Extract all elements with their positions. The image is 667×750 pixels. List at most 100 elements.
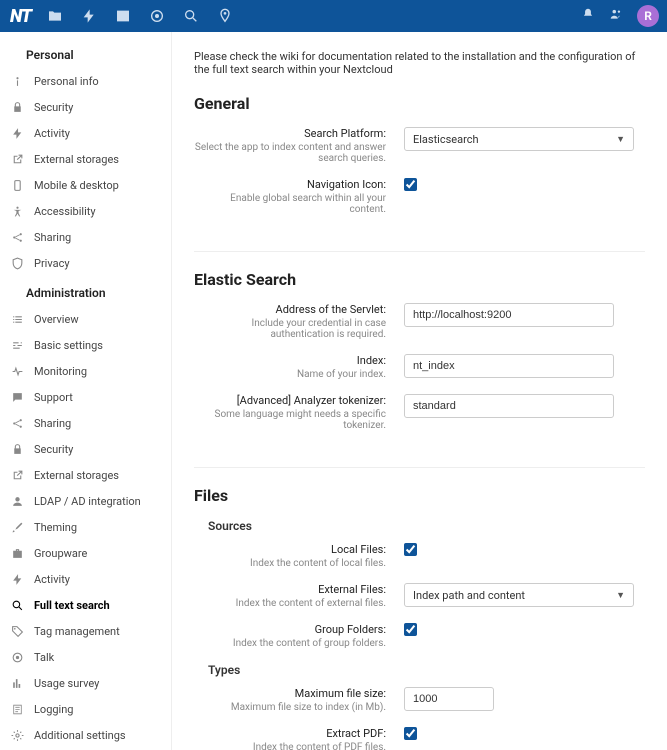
briefcase-icon	[10, 546, 24, 560]
chat-icon	[10, 390, 24, 404]
gallery-icon[interactable]	[115, 8, 131, 24]
label-max-size: Maximum file size:	[194, 687, 386, 700]
files-icon[interactable]	[47, 8, 63, 24]
sidebar-item-label: Security	[34, 443, 73, 456]
sidebar-item-label: Security	[34, 101, 73, 114]
list-icon	[10, 312, 24, 326]
sidebar-item-tag-management[interactable]: Tag management	[0, 618, 171, 644]
notifications-icon[interactable]	[581, 7, 595, 25]
hint-max-size: Maximum file size to index (in Mb).	[194, 702, 386, 713]
sidebar: Personal Personal info Security Activity…	[0, 32, 172, 750]
external-icon	[10, 468, 24, 482]
section-elastic: Elastic Search Address of the Servlet: In…	[194, 270, 645, 468]
select-search-platform[interactable]: Elasticsearch▼	[404, 127, 634, 151]
sidebar-item-label: External storages	[34, 469, 119, 482]
heading-general: General	[194, 94, 645, 113]
sidebar-item-admin-security[interactable]: Security	[0, 436, 171, 462]
sidebar-item-mobile-desktop[interactable]: Mobile & desktop	[0, 172, 171, 198]
sidebar-item-label: Sharing	[34, 417, 71, 430]
sidebar-item-privacy[interactable]: Privacy	[0, 250, 171, 276]
checkbox-pdf[interactable]	[404, 727, 417, 740]
sidebar-item-label: Logging	[34, 703, 73, 716]
info-icon	[10, 74, 24, 88]
sidebar-item-admin-external[interactable]: External storages	[0, 462, 171, 488]
share-icon	[10, 416, 24, 430]
label-pdf: Extract PDF:	[194, 727, 386, 740]
label-group-folders: Group Folders:	[194, 623, 386, 636]
sidebar-item-support[interactable]: Support	[0, 384, 171, 410]
sidebar-item-usage-survey[interactable]: Usage survey	[0, 670, 171, 696]
contacts-icon[interactable]	[609, 7, 623, 25]
talk-icon	[10, 650, 24, 664]
sidebar-item-logging[interactable]: Logging	[0, 696, 171, 722]
lock-icon	[10, 100, 24, 114]
sidebar-item-label: Overview	[34, 313, 79, 326]
input-tokenizer[interactable]	[404, 394, 614, 418]
sidebar-item-monitoring[interactable]: Monitoring	[0, 358, 171, 384]
topbar: NT R	[0, 0, 667, 32]
search-app-icon[interactable]	[183, 8, 199, 24]
sidebar-item-fulltext-search[interactable]: Full text search	[0, 592, 171, 618]
gear-icon	[10, 728, 24, 742]
phone-icon	[10, 178, 24, 192]
sidebar-item-talk[interactable]: Talk	[0, 644, 171, 670]
sidebar-item-label: Full text search	[34, 599, 110, 612]
sidebar-item-label: Support	[34, 391, 73, 404]
sidebar-item-admin-activity[interactable]: Activity	[0, 566, 171, 592]
subheading-sources: Sources	[208, 519, 645, 533]
sidebar-item-label: Usage survey	[34, 677, 99, 690]
hint-external-files: Index the content of external files.	[194, 598, 386, 609]
bolt-icon	[10, 126, 24, 140]
sidebar-item-groupware[interactable]: Groupware	[0, 540, 171, 566]
bolt-icon	[10, 572, 24, 586]
checkbox-local-files[interactable]	[404, 543, 417, 556]
sidebar-item-theming[interactable]: Theming	[0, 514, 171, 540]
sidebar-heading-personal: Personal	[0, 38, 171, 68]
sliders-icon	[10, 338, 24, 352]
sidebar-item-basic-settings[interactable]: Basic settings	[0, 332, 171, 358]
label-index: Index:	[194, 354, 386, 367]
sidebar-item-activity[interactable]: Activity	[0, 120, 171, 146]
sidebar-item-label: Activity	[34, 573, 70, 586]
user-icon	[10, 494, 24, 508]
select-external-files[interactable]: Index path and content▼	[404, 583, 634, 607]
heading-elastic: Elastic Search	[194, 270, 645, 289]
brush-icon	[10, 520, 24, 534]
label-tokenizer: [Advanced] Analyzer tokenizer:	[194, 394, 386, 407]
sidebar-item-accessibility[interactable]: Accessibility	[0, 198, 171, 224]
intro-text: Please check the wiki for documentation …	[194, 50, 645, 76]
sidebar-item-overview[interactable]: Overview	[0, 306, 171, 332]
sidebar-item-external-storages[interactable]: External storages	[0, 146, 171, 172]
sidebar-item-label: Mobile & desktop	[34, 179, 119, 192]
avatar[interactable]: R	[637, 5, 659, 27]
sidebar-item-label: Tag management	[34, 625, 120, 638]
label-external-files: External Files:	[194, 583, 386, 596]
input-max-size[interactable]	[404, 687, 494, 711]
talk-icon[interactable]	[149, 8, 165, 24]
input-servlet[interactable]	[404, 303, 614, 327]
logo[interactable]: NT	[6, 6, 35, 27]
sidebar-item-personal-info[interactable]: Personal info	[0, 68, 171, 94]
sidebar-item-ldap[interactable]: LDAP / AD integration	[0, 488, 171, 514]
maps-icon[interactable]	[217, 8, 233, 24]
sidebar-item-label: Activity	[34, 127, 70, 140]
activity-icon[interactable]	[81, 8, 97, 24]
input-index[interactable]	[404, 354, 614, 378]
external-icon	[10, 152, 24, 166]
subheading-types: Types	[208, 663, 645, 677]
sidebar-item-label: Privacy	[34, 257, 70, 270]
sidebar-item-sharing[interactable]: Sharing	[0, 224, 171, 250]
sidebar-item-additional-settings[interactable]: Additional settings	[0, 722, 171, 748]
checkbox-group-folders[interactable]	[404, 623, 417, 636]
sidebar-item-label: LDAP / AD integration	[34, 495, 141, 508]
checkbox-nav-icon[interactable]	[404, 178, 417, 191]
caret-down-icon: ▼	[616, 134, 625, 145]
sidebar-item-admin-sharing[interactable]: Sharing	[0, 410, 171, 436]
label-local-files: Local Files:	[194, 543, 386, 556]
hint-servlet: Include your credential in case authenti…	[194, 318, 386, 340]
sidebar-item-security[interactable]: Security	[0, 94, 171, 120]
label-servlet: Address of the Servlet:	[194, 303, 386, 316]
share-icon	[10, 230, 24, 244]
section-general: General Search Platform:Select the app t…	[194, 94, 645, 252]
chart-icon	[10, 676, 24, 690]
